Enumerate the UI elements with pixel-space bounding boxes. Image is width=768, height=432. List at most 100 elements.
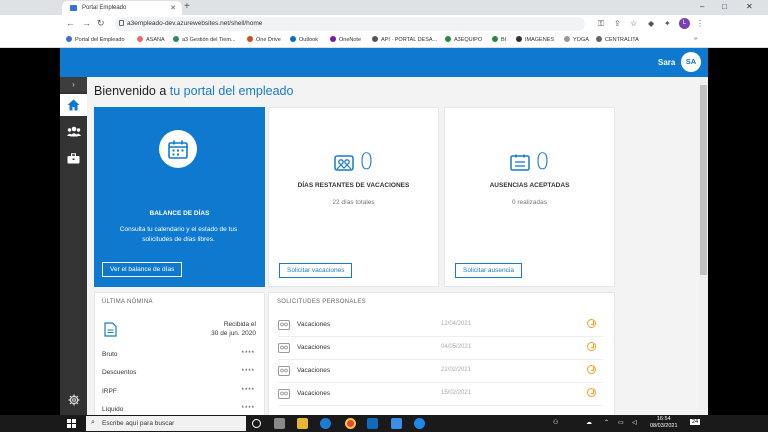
vacation-photos-icon (278, 366, 290, 376)
nav-item-briefcase[interactable] (60, 147, 87, 169)
ausencias-card: 0 AUSENCIAS ACEPTADAS 0 realizadas Solic… (444, 107, 615, 287)
vacation-photos-icon (278, 343, 290, 353)
browser-tab[interactable]: Portal Empleado ✕ (62, 1, 182, 15)
bookmark-icon (137, 36, 143, 42)
user-name: Sara (658, 58, 676, 67)
file-explorer-icon[interactable] (297, 418, 308, 429)
vacaciones-counter: 0 (269, 150, 438, 175)
nomina-row: Descuentos **** (102, 369, 255, 376)
received-label: Recibida el (223, 321, 256, 328)
address-bar-row: ← → ↻ a3empleado-dev.azurewebsites.net/s… (0, 15, 768, 33)
side-navigation: › (60, 77, 87, 415)
bookmark-icon (516, 36, 522, 42)
chevron-up-icon[interactable]: ⌃ (604, 419, 609, 426)
bookmark-icon (596, 36, 602, 42)
share-icon[interactable]: ⇪ (614, 19, 621, 28)
outlook-icon[interactable] (367, 418, 378, 429)
calendar-icon-circle (159, 130, 197, 168)
home-icon (67, 99, 80, 111)
bookmark-item[interactable]: A3EQUIPO (445, 36, 482, 43)
extension-icon[interactable]: ◆ (648, 19, 654, 28)
bookmark-item[interactable]: a3 Gestión del Tiem... (173, 36, 236, 43)
forward-icon[interactable]: → (82, 18, 91, 29)
reload-icon[interactable]: ↻ (97, 18, 105, 29)
bookmark-icon (492, 36, 498, 42)
vacation-photos-icon (278, 389, 290, 399)
pending-clock-icon (587, 388, 596, 397)
page-scrollbar[interactable] (699, 77, 708, 415)
task-view-icon[interactable] (252, 419, 261, 428)
bookmark-icon (372, 36, 378, 42)
bookmark-item[interactable]: CENTRALITA (596, 36, 639, 43)
ie-icon[interactable] (414, 418, 425, 429)
star-icon[interactable]: ☆ (630, 19, 637, 28)
list-item[interactable]: Vacaciones 15/02/2021 (278, 384, 603, 406)
more-bookmarks-icon[interactable]: » (694, 36, 697, 42)
bookmark-item[interactable]: Outlook (290, 36, 318, 43)
maximize-icon[interactable]: □ (722, 2, 727, 11)
nav-item-home[interactable] (60, 94, 87, 116)
close-tab-icon[interactable]: ✕ (170, 4, 176, 12)
minimize-icon[interactable]: – (700, 2, 704, 11)
teams-icon[interactable] (391, 418, 402, 429)
solicitudes-card: SOLICITUDES PERSONALES Vacaciones 12/04/… (268, 292, 615, 415)
bookmark-item[interactable]: API · PORTAL DESA... (372, 36, 437, 43)
solicitudes-header: SOLICITUDES PERSONALES (277, 299, 366, 305)
solicitar-ausencia-button[interactable]: Solicitar ausencia (455, 263, 522, 278)
user-avatar[interactable]: SA (681, 52, 701, 72)
bookmark-item[interactable]: ASANA (137, 36, 165, 43)
scrollbar-thumb[interactable] (700, 85, 707, 275)
solicitar-vacaciones-button[interactable]: Solicitar vacaciones (279, 263, 353, 278)
taskbar-search-input[interactable]: ⌕ Escribe aquí para buscar (86, 416, 246, 431)
chrome-icon[interactable] (345, 418, 356, 429)
vacaciones-title: DÍAS RESTANTES DE VACACIONES (297, 182, 410, 189)
vacaciones-count: 0 (359, 150, 374, 175)
new-tab-button[interactable]: + (184, 2, 190, 12)
ver-balance-button[interactable]: Ver el balance de días (102, 262, 183, 277)
list-item[interactable]: Vacaciones 04/05/2021 (278, 338, 603, 360)
puzzle-icon[interactable]: ✦ (664, 19, 671, 28)
ausencias-subtitle: 0 realizadas (511, 199, 548, 206)
list-item[interactable]: Vacaciones 22/02/2021 (278, 361, 603, 383)
people-tray-icon[interactable]: ⚇ (553, 419, 558, 426)
network-icon[interactable]: ▭ (618, 419, 624, 426)
ausencias-count: 0 (535, 150, 550, 175)
bookmark-item[interactable]: Portal del Empleado (66, 36, 125, 43)
bookmark-item[interactable]: OneNote (330, 36, 361, 43)
taskbar-app-icon[interactable] (274, 418, 285, 429)
list-item[interactable]: Vacaciones 12/04/2021 (278, 315, 603, 337)
menu-icon[interactable]: ⋮ (696, 19, 704, 28)
pending-clock-icon (587, 365, 596, 374)
bookmark-icon (247, 36, 253, 42)
nomina-received: Recibida el 30 de jun. 2020 (211, 320, 256, 338)
nomina-card: ÚLTIMA NÓMINA Recibida el 30 de jun. 202… (94, 292, 265, 415)
bookmark-icon (330, 36, 336, 42)
key-icon[interactable]: ⚿ (598, 19, 604, 28)
url-field[interactable]: a3empleado-dev.azurewebsites.net/shell/h… (115, 17, 585, 31)
left-letterbox (0, 48, 60, 415)
volume-icon[interactable]: ◁ (632, 419, 637, 426)
bookmark-icon (173, 36, 179, 42)
bookmark-item[interactable]: YOGA (564, 36, 589, 43)
url-text: a3empleado-dev.azurewebsites.net/shell/h… (127, 20, 263, 27)
nav-item-settings[interactable] (60, 389, 87, 411)
page-title: Bienvenido a tu portal del empleado (94, 84, 294, 98)
nav-item-people[interactable] (60, 120, 87, 142)
notification-badge[interactable]: 24 (690, 419, 701, 425)
windows-start-icon[interactable] (67, 419, 76, 428)
bookmark-item[interactable]: One Drive (247, 36, 281, 43)
taskbar-clock[interactable]: 16:54 08/03/2021 (650, 416, 678, 430)
bookmark-icon (564, 36, 570, 42)
profile-avatar[interactable]: L (679, 18, 690, 29)
nomina-row: Líquido **** (102, 406, 255, 413)
bookmark-item[interactable]: BI (492, 36, 506, 43)
close-window-icon[interactable]: ✕ (746, 2, 753, 11)
cloud-icon[interactable]: ☁ (586, 419, 592, 426)
edge-icon[interactable] (320, 418, 331, 429)
expand-nav-icon[interactable]: › (60, 77, 87, 92)
back-icon[interactable]: ← (66, 18, 75, 29)
bookmark-item[interactable]: IMAGENES (516, 36, 554, 43)
nomina-row: Bruto **** (102, 351, 255, 358)
absence-list-icon (509, 154, 530, 171)
people-icon (66, 126, 81, 136)
